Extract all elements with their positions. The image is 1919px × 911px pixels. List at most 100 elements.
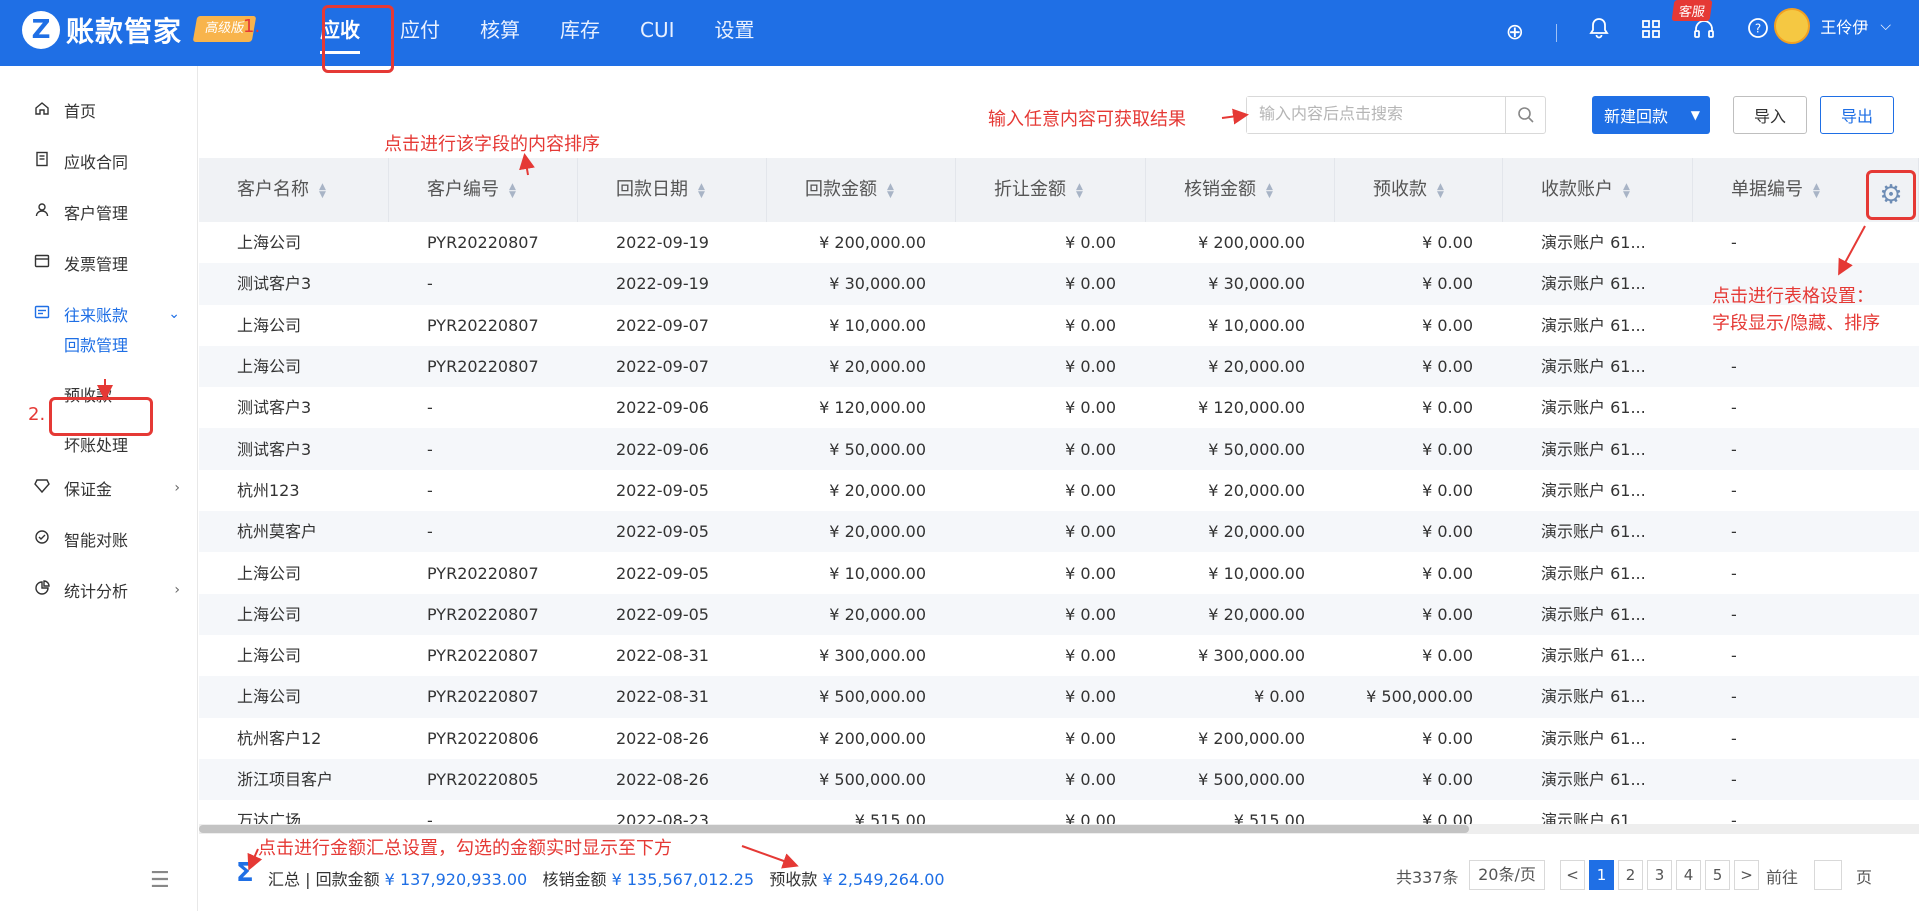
page-button-3[interactable]: 3 bbox=[1647, 860, 1672, 890]
table-cell: ¥ 120,000.00 bbox=[1198, 398, 1305, 418]
column-header-0[interactable]: 客户名称 ▲ ▼ bbox=[199, 158, 389, 222]
next-page-button[interactable]: > bbox=[1734, 860, 1759, 890]
page-button-1[interactable]: 1 bbox=[1589, 860, 1614, 890]
table-cell: 2022-09-07 bbox=[616, 357, 709, 377]
table-row[interactable]: 上海公司 PYR20220807 2022-08-31 ¥ 300,000.00 ¥ 0… bbox=[199, 635, 1919, 676]
column-header-2[interactable]: 回款日期 ▲ ▼ bbox=[578, 158, 767, 222]
sidebar-subitem-0[interactable]: 回款管理 bbox=[64, 332, 128, 356]
table-cell: ¥ 0.00 bbox=[1422, 233, 1473, 253]
table-row[interactable]: 测试客户3 - 2022-09-19 ¥ 30,000.00 ¥ 0.00 ¥ 30,00… bbox=[199, 263, 1919, 305]
sidebar-item-2[interactable]: 客户管理 bbox=[0, 192, 198, 232]
table-row[interactable]: 上海公司 PYR20220807 2022-09-07 ¥ 10,000.00 ¥ 0.… bbox=[199, 305, 1919, 346]
sort-icon[interactable]: ▲ ▼ bbox=[1266, 183, 1273, 200]
table-row[interactable]: 浙江项目客户 PYR20220805 2022-08-26 ¥ 500,000.00 ¥… bbox=[199, 758, 1919, 801]
sidebar-item-1[interactable]: 应收合同 bbox=[0, 141, 198, 181]
table-cell: ¥ 200,000.00 bbox=[819, 233, 926, 253]
table-cell: PYR20220807 bbox=[427, 357, 539, 377]
sigma-icon[interactable]: Σ bbox=[236, 858, 254, 888]
page-button-2[interactable]: 2 bbox=[1618, 860, 1643, 890]
nav-item-3[interactable]: 库存 bbox=[540, 0, 620, 66]
table-row[interactable]: 杭州客户12 PYR20220806 2022-08-26 ¥ 200,000.00 ¥… bbox=[199, 718, 1919, 759]
add-circle-icon[interactable]: ⊕ bbox=[1506, 0, 1524, 66]
table-cell: ¥ 0.00 bbox=[1422, 646, 1473, 666]
table-cell: ¥ 20,000.00 bbox=[1208, 357, 1305, 377]
total-count: 共337条 bbox=[1396, 868, 1459, 887]
table-cell: 2022-09-19 bbox=[616, 233, 709, 253]
table-settings-button[interactable]: ⚙ bbox=[1866, 170, 1916, 220]
sort-icon[interactable]: ▲ ▼ bbox=[1623, 183, 1630, 200]
table-cell: 2022-08-26 bbox=[616, 770, 709, 789]
table-row[interactable]: 上海公司 PYR20220807 2022-09-07 ¥ 20,000.00 ¥ 0.… bbox=[199, 345, 1919, 388]
prev-page-button[interactable]: < bbox=[1560, 860, 1585, 890]
page-button-5[interactable]: 5 bbox=[1705, 860, 1730, 890]
apps-grid-icon[interactable] bbox=[1641, 0, 1661, 66]
table-row[interactable]: 杭州123 - 2022-09-05 ¥ 20,000.00 ¥ 0.00 ¥ 20,00… bbox=[199, 470, 1919, 511]
column-header-3[interactable]: 回款金额 ▲ ▼ bbox=[767, 158, 956, 222]
chevron-down-icon[interactable]: ⌄ bbox=[168, 306, 180, 322]
sort-icon[interactable]: ▲ ▼ bbox=[509, 183, 516, 200]
sidebar-item-6[interactable]: 智能对账 bbox=[0, 519, 198, 559]
table-cell: ¥ 50,000.00 bbox=[1208, 439, 1305, 459]
column-header-5[interactable]: 核销金额 ▲ ▼ bbox=[1146, 158, 1335, 222]
chevron-down-icon[interactable]: ⌵ bbox=[1880, 18, 1891, 34]
username: 王伶伊 bbox=[1820, 18, 1869, 37]
table-cell: ¥ 500,000.00 bbox=[1366, 687, 1473, 707]
export-button[interactable]: 导出 bbox=[1820, 96, 1894, 134]
table-cell: PYR20220807 bbox=[427, 604, 539, 624]
user-menu[interactable]: 王伶伊 ⌵ bbox=[1774, 8, 1891, 44]
page-button-4[interactable]: 4 bbox=[1676, 860, 1701, 890]
table-cell: ¥ 300,000.00 bbox=[1198, 646, 1305, 666]
column-header-label: 客户编号 bbox=[427, 179, 499, 200]
sort-icon[interactable]: ▲ ▼ bbox=[319, 183, 326, 200]
column-header-1[interactable]: 客户编号 ▲ ▼ bbox=[389, 158, 578, 222]
sort-icon[interactable]: ▲ ▼ bbox=[887, 183, 894, 200]
chevron-down-icon[interactable]: ▼ bbox=[1691, 108, 1700, 122]
app-logo[interactable]: Z 账款管家 bbox=[22, 10, 182, 50]
help-icon[interactable]: ? bbox=[1747, 0, 1769, 66]
horizontal-scrollbar[interactable] bbox=[199, 824, 1919, 834]
nav-item-4[interactable]: CUI bbox=[620, 0, 695, 66]
chevron-right-icon[interactable]: › bbox=[174, 480, 180, 496]
search-icon[interactable] bbox=[1505, 97, 1545, 133]
avatar[interactable] bbox=[1774, 8, 1811, 44]
advance-total: 2,549,264.00 bbox=[837, 870, 945, 889]
table-cell: ¥ 0.00 bbox=[1422, 604, 1473, 624]
kefu-badge[interactable]: 客服 bbox=[1671, 0, 1713, 21]
nav-item-2[interactable]: 核算 bbox=[460, 0, 540, 66]
table-cell: - bbox=[1731, 770, 1737, 789]
goto-page-input[interactable] bbox=[1814, 860, 1842, 890]
sort-icon[interactable]: ▲ ▼ bbox=[698, 183, 705, 200]
table-cell: 2022-08-26 bbox=[616, 728, 709, 748]
new-payment-button[interactable]: 新建回款 ▼ bbox=[1592, 96, 1710, 134]
table-row[interactable]: 上海公司 PYR20220807 2022-09-05 ¥ 20,000.00 ¥ 0.… bbox=[199, 593, 1919, 635]
sidebar-item-7[interactable]: 统计分析 › bbox=[0, 570, 198, 610]
table-row[interactable]: 测试客户3 - 2022-09-06 ¥ 50,000.00 ¥ 0.00 ¥ 50,00… bbox=[199, 428, 1919, 470]
sidebar-item-4[interactable]: 往来账款 ⌄ bbox=[0, 294, 198, 334]
nav-item-5[interactable]: 设置 bbox=[695, 0, 775, 66]
collapse-menu-icon[interactable]: ☰ bbox=[150, 868, 170, 893]
column-header-6[interactable]: 预收款 ▲ ▼ bbox=[1335, 158, 1503, 222]
table-row[interactable]: 上海公司 PYR20220807 2022-09-19 ¥ 200,000.00 ¥ 0… bbox=[199, 222, 1919, 263]
column-header-4[interactable]: 折让金额 ▲ ▼ bbox=[956, 158, 1146, 222]
annotation-settings-hint-1: 点击进行表格设置： bbox=[1712, 286, 1874, 307]
sidebar-item-5[interactable]: 保证金 › bbox=[0, 468, 198, 508]
column-header-7[interactable]: 收款账户 ▲ ▼ bbox=[1503, 158, 1693, 222]
table-row[interactable]: 上海公司 PYR20220807 2022-09-05 ¥ 10,000.00 ¥ 0.… bbox=[199, 552, 1919, 593]
sidebar-item-0[interactable]: 首页 bbox=[0, 90, 198, 130]
import-button[interactable]: 导入 bbox=[1733, 96, 1807, 134]
table-cell: ¥ 300,000.00 bbox=[819, 646, 926, 666]
search-input[interactable] bbox=[1247, 97, 1505, 133]
bell-icon[interactable] bbox=[1589, 0, 1609, 66]
table-row[interactable]: 测试客户3 - 2022-09-06 ¥ 120,000.00 ¥ 0.00 ¥ 120,… bbox=[199, 387, 1919, 428]
sort-icon[interactable]: ▲ ▼ bbox=[1437, 183, 1444, 200]
sidebar-item-label: 统计分析 bbox=[64, 582, 129, 601]
chevron-right-icon[interactable]: › bbox=[174, 582, 180, 598]
sidebar-item-3[interactable]: 发票管理 bbox=[0, 243, 198, 283]
table-row[interactable]: 杭州莫客户 - 2022-09-05 ¥ 20,000.00 ¥ 0.00 ¥ 20,00… bbox=[199, 511, 1919, 553]
sort-icon[interactable]: ▲ ▼ bbox=[1076, 183, 1083, 200]
page-size-select[interactable]: 20条/页 bbox=[1469, 860, 1545, 890]
table-row[interactable]: 上海公司 PYR20220807 2022-08-31 ¥ 500,000.00 ¥ 0… bbox=[199, 676, 1919, 718]
scrollbar-thumb[interactable] bbox=[199, 825, 1469, 833]
sort-icon[interactable]: ▲ ▼ bbox=[1813, 183, 1820, 200]
new-payment-label: 新建回款 bbox=[1604, 107, 1669, 126]
